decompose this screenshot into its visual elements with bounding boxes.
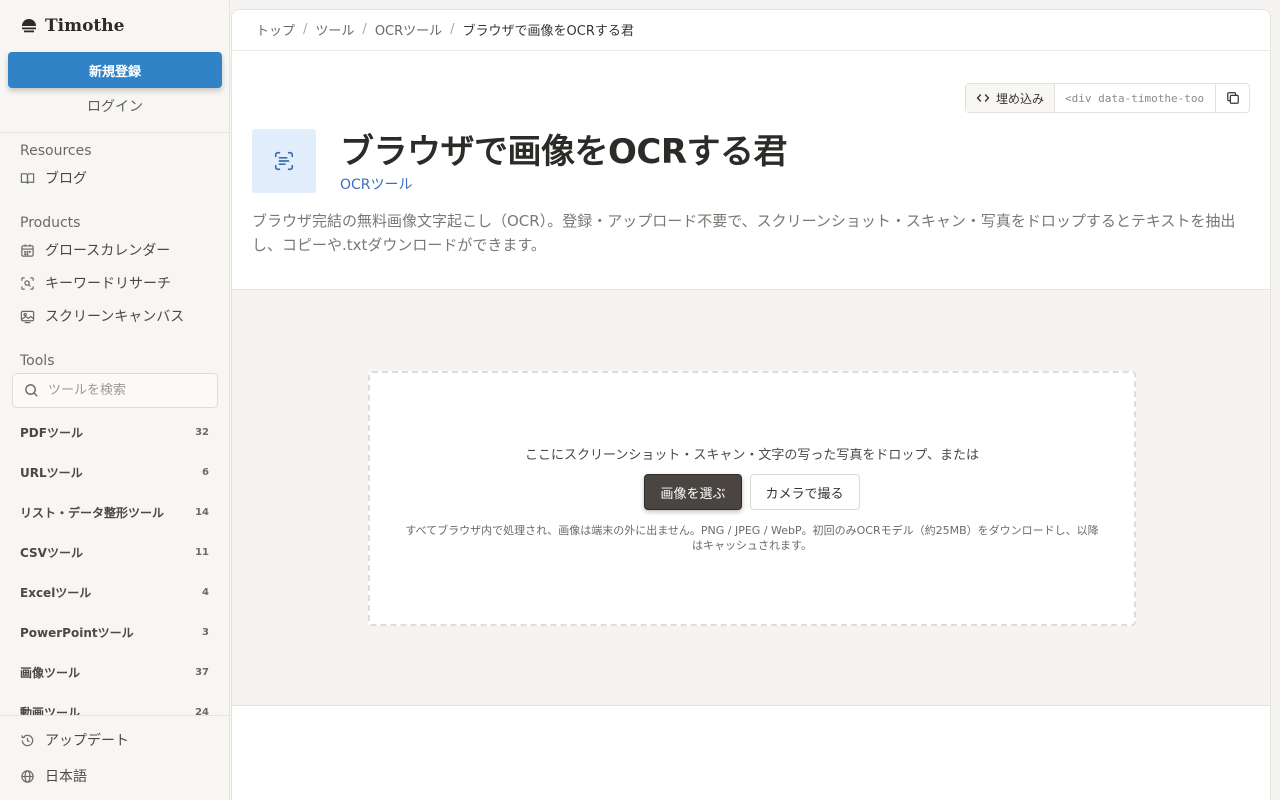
tool-category-count: 37 bbox=[195, 666, 209, 678]
tool-category-powerpoint[interactable]: PowerPointツール 3 bbox=[0, 612, 229, 652]
code-icon bbox=[976, 94, 990, 102]
tool-category-count: 6 bbox=[202, 466, 209, 478]
embed-bar: 埋め込み bbox=[964, 83, 1250, 113]
tool-category-label: PowerPointツール bbox=[20, 625, 134, 640]
tool-category-pdf[interactable]: PDFツール 32 bbox=[0, 412, 229, 452]
search-icon bbox=[25, 384, 38, 397]
login-link[interactable]: ログイン bbox=[0, 96, 230, 116]
tool-area: ここにスクリーンショット・スキャン・文字の写った写真をドロップ、または 画像を選… bbox=[232, 289, 1270, 706]
sidebar-item-label: スクリーンキャンバス bbox=[45, 309, 185, 325]
breadcrumb-separator: / bbox=[303, 22, 308, 37]
page-title: ブラウザで画像をOCRする君 bbox=[340, 132, 788, 172]
sidebar-divider bbox=[0, 132, 230, 133]
breadcrumb-top[interactable]: トップ bbox=[256, 20, 295, 39]
sidebar: Timothe 新規登録 ログイン Resources ブログ Products… bbox=[0, 0, 230, 800]
image-frame-icon bbox=[20, 310, 35, 323]
sidebar-item-label: グロースカレンダー bbox=[45, 243, 171, 259]
embed-button-label: 埋め込み bbox=[995, 91, 1044, 106]
tool-category-label: PDFツール bbox=[20, 425, 83, 440]
breadcrumb-divider bbox=[232, 50, 1270, 51]
dropzone-note: すべてブラウザ内で処理され、画像は端末の外に出ません。PNG / JPEG / … bbox=[405, 524, 1099, 552]
camera-capture-button[interactable]: カメラで撮る bbox=[749, 474, 860, 510]
section-tools-title: Tools bbox=[20, 353, 55, 369]
sidebar-item-growth-calendar[interactable]: グロースカレンダー bbox=[20, 239, 170, 261]
tool-category-image[interactable]: 画像ツール 37 bbox=[0, 652, 229, 692]
main-content: トップ / ツール / OCRツール / ブラウザで画像をOCRする君 埋め込み bbox=[231, 9, 1271, 800]
brand[interactable]: Timothe bbox=[20, 14, 124, 38]
sidebar-item-blog[interactable]: ブログ bbox=[20, 167, 87, 189]
dropzone-actions: 画像を選ぶ カメラで撮る bbox=[370, 474, 1134, 510]
tool-category-excel[interactable]: Excelツール 4 bbox=[0, 572, 229, 612]
tool-category-count: 24 bbox=[195, 706, 209, 716]
sidebar-item-keyword-research[interactable]: キーワードリサーチ bbox=[20, 272, 171, 294]
text-scan-icon bbox=[274, 151, 294, 171]
tool-category-list: PDFツール 32 URLツール 6 リスト・データ整形ツール 14 CSVツー… bbox=[0, 412, 229, 716]
brand-logo-icon bbox=[22, 19, 36, 33]
copy-icon bbox=[1226, 92, 1239, 104]
tool-search-box[interactable] bbox=[12, 373, 218, 408]
tool-category-label: CSVツール bbox=[20, 545, 83, 560]
tool-category-count: 3 bbox=[202, 626, 209, 638]
tool-category-list-data[interactable]: リスト・データ整形ツール 14 bbox=[0, 492, 229, 532]
sidebar-item-screen-canvas[interactable]: スクリーンキャンバス bbox=[20, 305, 184, 327]
updates-label: アップデート bbox=[45, 733, 129, 749]
tool-icon-container bbox=[252, 129, 316, 193]
page-description: ブラウザ完結の無料画像文字起こし（OCR）。登録・アップロード不要で、スクリーン… bbox=[252, 212, 1236, 254]
breadcrumb-current: ブラウザで画像をOCRする君 bbox=[462, 24, 634, 39]
tool-category-csv[interactable]: CSVツール 11 bbox=[0, 532, 229, 572]
section-resources-title: Resources bbox=[20, 143, 92, 159]
breadcrumb: トップ / ツール / OCRツール / ブラウザで画像をOCRする君 bbox=[256, 20, 634, 39]
history-icon bbox=[21, 734, 34, 746]
scan-search-icon bbox=[21, 276, 34, 290]
tool-category-count: 4 bbox=[202, 586, 209, 598]
copy-embed-button[interactable] bbox=[1215, 84, 1249, 112]
updates-link[interactable]: アップデート bbox=[20, 729, 129, 751]
language-label: 日本語 bbox=[45, 769, 87, 785]
tool-category-label: リスト・データ整形ツール bbox=[20, 505, 165, 520]
category-link[interactable]: OCRツール bbox=[340, 174, 413, 194]
tool-category-label: 動画ツール bbox=[20, 705, 81, 716]
breadcrumb-separator: / bbox=[362, 22, 367, 37]
sidebar-item-label: ブログ bbox=[45, 171, 87, 187]
tool-category-count: 32 bbox=[195, 426, 209, 438]
dropzone-prompt: ここにスクリーンショット・スキャン・文字の写った写真をドロップ、または bbox=[525, 448, 979, 463]
calendar-icon bbox=[21, 243, 34, 257]
tool-category-label: URLツール bbox=[20, 465, 83, 480]
breadcrumb-tools[interactable]: ツール bbox=[315, 20, 354, 39]
signup-button[interactable]: 新規登録 bbox=[8, 52, 222, 88]
globe-icon bbox=[21, 769, 34, 783]
sidebar-footer: アップデート 日本語 bbox=[0, 715, 229, 800]
tool-search-input[interactable] bbox=[48, 383, 208, 398]
tool-category-label: Excelツール bbox=[20, 585, 92, 600]
tool-category-count: 14 bbox=[195, 506, 209, 518]
book-open-icon bbox=[20, 172, 35, 184]
choose-image-button[interactable]: 画像を選ぶ bbox=[644, 474, 742, 510]
tool-category-url[interactable]: URLツール 6 bbox=[0, 452, 229, 492]
tool-category-label: 画像ツール bbox=[20, 665, 81, 680]
image-dropzone[interactable]: ここにスクリーンショット・スキャン・文字の写った写真をドロップ、または 画像を選… bbox=[368, 371, 1136, 626]
breadcrumb-separator: / bbox=[450, 22, 455, 37]
language-selector[interactable]: 日本語 bbox=[20, 765, 87, 787]
embed-button[interactable]: 埋め込み bbox=[965, 84, 1055, 112]
tool-category-count: 11 bbox=[195, 546, 209, 558]
embed-code-field[interactable] bbox=[1055, 84, 1215, 112]
section-products-title: Products bbox=[20, 215, 81, 231]
breadcrumb-ocr-tools[interactable]: OCRツール bbox=[375, 20, 442, 39]
sidebar-item-label: キーワードリサーチ bbox=[45, 276, 171, 292]
tool-category-video[interactable]: 動画ツール 24 bbox=[0, 692, 229, 716]
brand-name: Timothe bbox=[45, 16, 125, 36]
